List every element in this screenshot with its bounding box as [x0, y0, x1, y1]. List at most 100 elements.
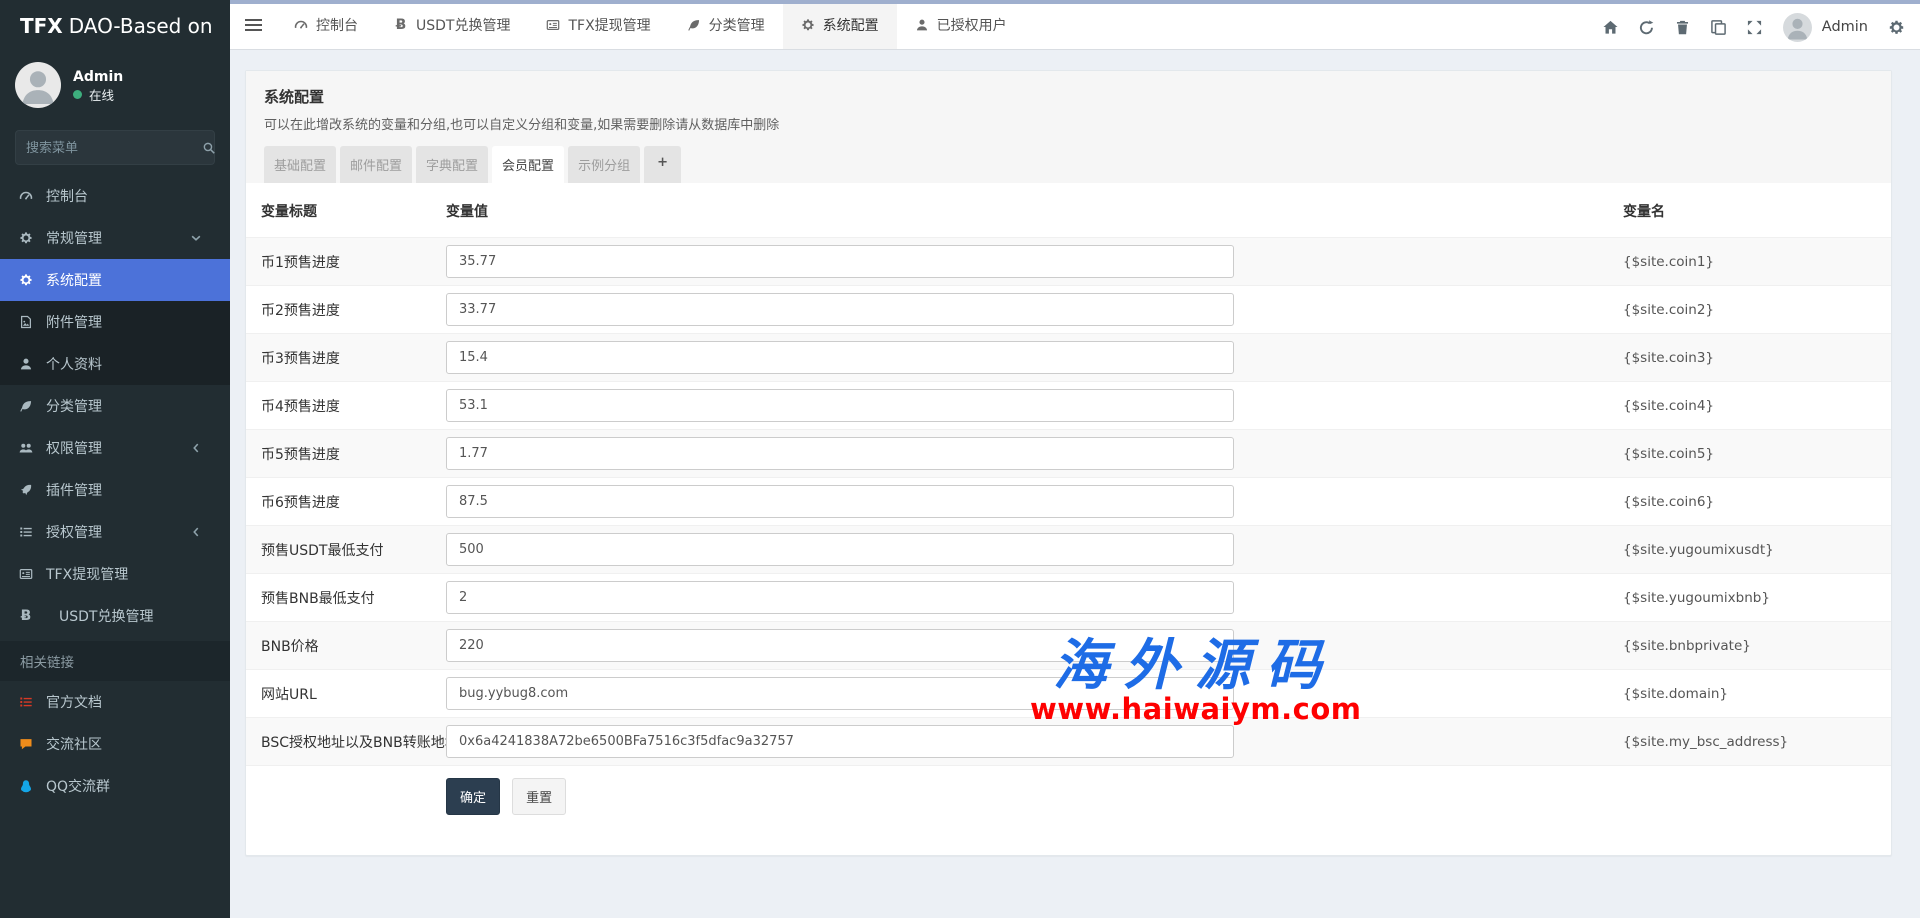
gauge-icon — [294, 18, 308, 32]
tab-categories[interactable]: 分类管理 — [669, 0, 783, 49]
table-row: BSC授权地址以及BNB转账地址 {$site.my_bsc_address} — [246, 717, 1891, 765]
gear-icon — [19, 231, 33, 245]
table-row: 币2预售进度 {$site.coin2} — [246, 285, 1891, 333]
tab-label: 控制台 — [316, 15, 358, 35]
app-logo[interactable]: TFX DAO-Based on — [0, 0, 230, 52]
row-value-input[interactable] — [446, 245, 1234, 278]
sidebar-link-community[interactable]: 交流社区 — [0, 723, 230, 765]
table-row: 币5预售进度 {$site.coin5} — [246, 429, 1891, 477]
column-header-value: 变量值 — [431, 183, 1608, 237]
sidebar-link-qq-group[interactable]: QQ交流群 — [0, 765, 230, 807]
tab-basic-config[interactable]: 基础配置 — [264, 146, 336, 183]
sidebar-item-permissions[interactable]: 权限管理 — [0, 427, 230, 469]
tab-usdt-exchange[interactable]: Ƀ USDT兑换管理 — [376, 0, 528, 49]
search-icon[interactable] — [202, 141, 216, 155]
row-value-input[interactable] — [446, 581, 1234, 614]
row-varname: {$site.coin6} — [1608, 494, 1891, 510]
page-loading-bar — [0, 0, 1920, 4]
row-varname: {$site.coin4} — [1608, 398, 1891, 414]
sidebar-item-attachments[interactable]: 附件管理 — [0, 301, 230, 343]
tab-mail-config[interactable]: 邮件配置 — [340, 146, 412, 183]
clear-cache-button[interactable] — [1665, 4, 1701, 50]
sidebar-item-authorization[interactable]: 授权管理 — [0, 511, 230, 553]
sidebar-toggle-button[interactable] — [230, 0, 276, 49]
gear-icon — [19, 273, 33, 287]
sidebar-item-plugins[interactable]: 插件管理 — [0, 469, 230, 511]
tab-system-config[interactable]: 系统配置 — [783, 0, 897, 49]
sidebar-item-tfx-withdraw[interactable]: TFX提现管理 — [0, 553, 230, 595]
sidebar-item-usdt-exchange[interactable]: Ƀ USDT兑换管理 — [0, 595, 230, 637]
row-value-input[interactable] — [446, 293, 1234, 326]
tab-label: 已授权用户 — [937, 15, 1007, 35]
gear-icon — [801, 18, 815, 32]
sidebar-item-categories[interactable]: 分类管理 — [0, 385, 230, 427]
user-status-label: 在线 — [89, 85, 114, 104]
row-title: 币6预售进度 — [246, 492, 431, 512]
list-icon — [19, 525, 33, 539]
topbar-user-menu[interactable]: Admin — [1773, 13, 1878, 42]
sidebar: TFX DAO-Based on Admin 在线 控制台 常规管理 系统配置 — [0, 0, 230, 918]
row-varname: {$site.coin3} — [1608, 350, 1891, 366]
avatar — [1783, 13, 1812, 42]
add-group-tab[interactable]: + — [644, 146, 681, 183]
row-value-input[interactable] — [446, 485, 1234, 518]
row-value-input[interactable] — [446, 533, 1234, 566]
sidebar-item-system-config[interactable]: 系统配置 — [0, 259, 230, 301]
row-varname: {$site.bnbprivate} — [1608, 638, 1891, 654]
gauge-icon — [19, 189, 33, 203]
user-avatar — [15, 62, 61, 108]
row-varname: {$site.domain} — [1608, 686, 1891, 702]
row-value-input[interactable] — [446, 389, 1234, 422]
settings-button[interactable] — [1878, 4, 1914, 50]
page-title: 系统配置 — [264, 86, 1873, 107]
sidebar-item-general[interactable]: 常规管理 — [0, 217, 230, 259]
menu-search-input[interactable] — [26, 140, 202, 155]
tab-label: TFX提现管理 — [568, 15, 650, 35]
panel-heading: 系统配置 可以在此增改系统的变量和分组,也可以自定义分组和变量,如果需要删除请从… — [246, 71, 1891, 183]
row-title: 网站URL — [246, 684, 431, 704]
tab-tfx-withdraw[interactable]: TFX提现管理 — [528, 0, 668, 49]
column-header-title: 变量标题 — [246, 183, 431, 237]
sidebar-item-label: USDT兑换管理 — [59, 606, 153, 626]
online-dot-icon — [73, 90, 82, 99]
sidebar-link-docs[interactable]: 官方文档 — [0, 681, 230, 723]
sidebar-item-label: 附件管理 — [46, 312, 102, 332]
sidebar-item-label: QQ交流群 — [46, 776, 110, 796]
user-status: 在线 — [73, 85, 123, 104]
row-value-input[interactable] — [446, 677, 1234, 710]
tab-label: USDT兑换管理 — [416, 15, 510, 35]
table-row: 预售BNB最低支付 {$site.yugoumixbnb} — [246, 573, 1891, 621]
row-value-input[interactable] — [446, 341, 1234, 374]
submit-button[interactable]: 确定 — [446, 778, 500, 815]
refresh-button[interactable] — [1629, 4, 1665, 50]
row-value-input[interactable] — [446, 437, 1234, 470]
trash-icon — [1674, 19, 1691, 36]
wipe-pages-button[interactable] — [1701, 4, 1737, 50]
tab-authorized-users[interactable]: 已授权用户 — [897, 0, 1025, 49]
bitcoin-icon: Ƀ — [19, 608, 33, 624]
sidebar-menu: 控制台 常规管理 系统配置 附件管理 个人资料 分类管理 权限管理 — [0, 175, 230, 807]
tab-member-config[interactable]: 会员配置 — [492, 146, 564, 183]
row-value-input[interactable] — [446, 725, 1234, 758]
page-subtitle: 可以在此增改系统的变量和分组,也可以自定义分组和变量,如果需要删除请从数据库中删… — [264, 114, 1873, 133]
tab-dashboard[interactable]: 控制台 — [276, 0, 376, 49]
row-title: BSC授权地址以及BNB转账地址 — [246, 732, 431, 752]
tab-dictionary-config[interactable]: 字典配置 — [416, 146, 488, 183]
chevron-down-icon — [189, 231, 203, 245]
rocket-icon — [19, 483, 33, 497]
row-varname: {$site.my_bsc_address} — [1608, 734, 1891, 750]
fullscreen-button[interactable] — [1737, 4, 1773, 50]
sidebar-item-profile[interactable]: 个人资料 — [0, 343, 230, 385]
config-table-body: 币1预售进度 {$site.coin1} 币2预售进度 {$site.coin2… — [246, 237, 1891, 765]
home-button[interactable] — [1593, 4, 1629, 50]
row-value-input[interactable] — [446, 629, 1234, 662]
tab-example-group[interactable]: 示例分组 — [568, 146, 640, 183]
row-varname: {$site.coin1} — [1608, 254, 1891, 270]
user-name: Admin — [73, 69, 123, 85]
reset-button[interactable]: 重置 — [512, 778, 566, 815]
sidebar-item-label: 分类管理 — [46, 396, 102, 416]
sidebar-item-dashboard[interactable]: 控制台 — [0, 175, 230, 217]
leaf-icon — [19, 399, 33, 413]
table-row: 币6预售进度 {$site.coin6} — [246, 477, 1891, 525]
table-row: 预售USDT最低支付 {$site.yugoumixusdt} — [246, 525, 1891, 573]
